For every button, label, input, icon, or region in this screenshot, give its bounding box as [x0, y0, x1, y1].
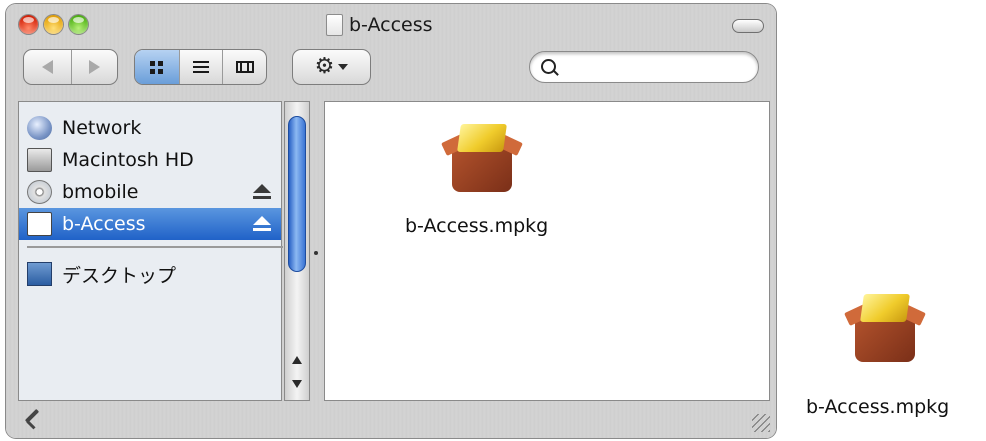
- zoom-button[interactable]: [69, 15, 88, 34]
- sidebar-divider: [27, 246, 283, 248]
- search-field[interactable]: [529, 51, 759, 83]
- status-bar: [6, 404, 776, 438]
- volume-icon: [27, 212, 52, 236]
- package-icon[interactable]: [437, 120, 527, 200]
- sidebar-scrollbar[interactable]: [284, 101, 310, 401]
- icon-view-icon: [150, 60, 164, 74]
- forward-button[interactable]: [70, 50, 118, 84]
- sidebar-item-macintosh-hd[interactable]: Macintosh HD: [19, 144, 281, 176]
- sidebar-item-label: bmobile: [62, 181, 139, 203]
- forward-arrow-icon: [88, 60, 100, 74]
- chevron-down-icon: [338, 64, 349, 70]
- eject-icon[interactable]: [253, 184, 271, 200]
- close-button[interactable]: [19, 15, 38, 34]
- action-menu-button[interactable]: ⚙: [292, 49, 371, 85]
- column-view-button[interactable]: [222, 50, 266, 84]
- sidebar-item-label: デスクトップ: [62, 264, 177, 287]
- splitter-handle[interactable]: [314, 251, 318, 255]
- navigation-buttons: [23, 49, 118, 85]
- back-arrow-icon: [41, 60, 53, 74]
- sidebar-item-label: Macintosh HD: [62, 149, 194, 171]
- volume-icon: [326, 14, 343, 36]
- standalone-file-label[interactable]: b-Access.mpkg: [806, 396, 949, 418]
- desktop-icon: [27, 262, 52, 286]
- scroll-down-arrow-icon[interactable]: [292, 380, 302, 388]
- view-mode-buttons: [134, 49, 267, 85]
- back-button[interactable]: [24, 50, 71, 84]
- sidebar-item-desktop[interactable]: デスクトップ: [19, 258, 281, 290]
- icon-view-button[interactable]: [135, 50, 179, 84]
- sidebar-item-b-access[interactable]: b-Access: [19, 208, 281, 240]
- file-browser-pane: b-Access.mpkg: [324, 101, 770, 401]
- resize-grip[interactable]: [752, 414, 770, 432]
- sidebar-item-bmobile[interactable]: bmobile: [19, 176, 281, 208]
- eject-icon[interactable]: [253, 216, 271, 232]
- search-input[interactable]: [562, 57, 751, 79]
- toolbar-toggle-button[interactable]: [732, 19, 764, 33]
- scroll-up-arrow-icon[interactable]: [292, 356, 302, 364]
- sidebar-item-label: Network: [62, 117, 142, 139]
- cd-disc-icon: [27, 180, 52, 204]
- pencil-icon: [24, 408, 40, 424]
- hard-drive-icon: [27, 148, 52, 172]
- file-name-label[interactable]: b-Access.mpkg: [405, 215, 548, 237]
- scroll-thumb[interactable]: [288, 116, 306, 272]
- window-title-text: b-Access: [349, 14, 433, 36]
- column-view-icon: [235, 61, 254, 73]
- window-title: b-Access: [326, 12, 433, 38]
- package-icon[interactable]: [840, 290, 930, 370]
- list-view-icon: [192, 61, 209, 73]
- sidebar-item-label: b-Access: [62, 213, 146, 235]
- minimize-button[interactable]: [44, 15, 63, 34]
- list-view-button[interactable]: [178, 50, 223, 84]
- title-bar[interactable]: b-Access: [6, 4, 776, 48]
- network-icon: [27, 116, 52, 140]
- sidebar-item-network[interactable]: Network: [19, 112, 281, 144]
- gear-icon: ⚙: [314, 54, 335, 79]
- search-icon: [541, 59, 556, 74]
- finder-window: b-Access ⚙ Network Macintosh HD bmobile …: [6, 4, 776, 438]
- sidebar: Network Macintosh HD bmobile b-Access デス…: [18, 101, 283, 401]
